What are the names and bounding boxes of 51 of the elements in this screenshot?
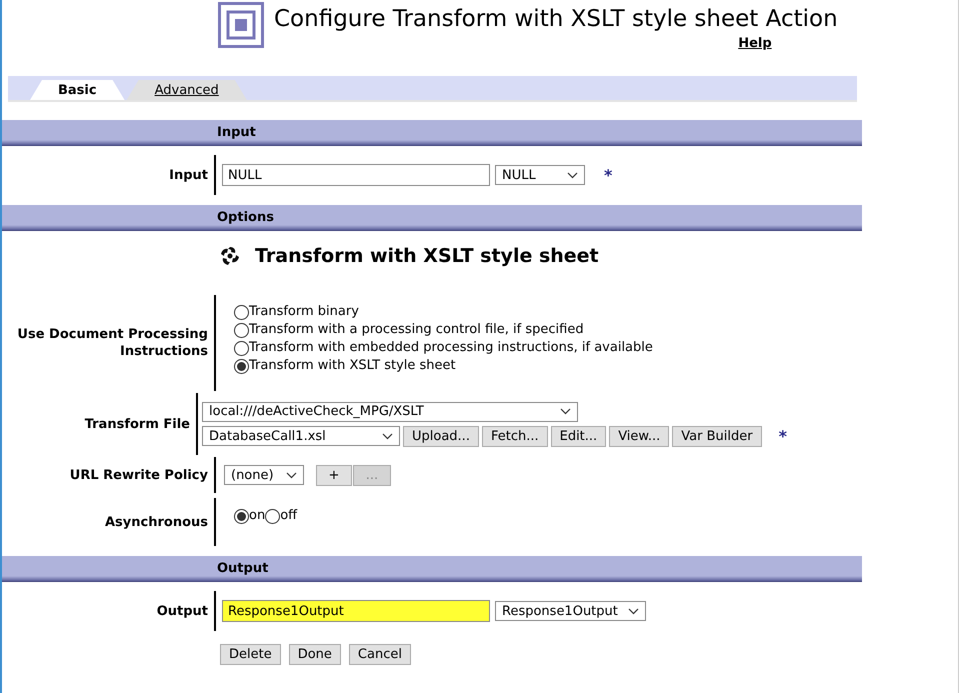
action-button[interactable]: Delete — [220, 644, 281, 665]
section-header: Output — [2, 556, 862, 582]
section-header: Input — [2, 120, 862, 146]
text-field[interactable]: Response1Output — [222, 600, 490, 622]
caret-icon — [567, 172, 578, 178]
radio-button[interactable] — [234, 304, 249, 320]
page-title: Configure Transform with XSLT style sheet Action — [274, 5, 838, 34]
required-marker: * — [604, 166, 612, 184]
radio-button[interactable] — [234, 508, 249, 524]
radio-button[interactable] — [234, 340, 249, 356]
text-field[interactable]: NULL — [222, 164, 490, 186]
logo-icon — [218, 2, 264, 48]
caret-icon — [286, 472, 297, 478]
field-label: Asynchronous — [2, 498, 216, 546]
field-label: URL Rewrite Policy — [2, 457, 216, 493]
action-button[interactable]: Upload... — [403, 426, 479, 446]
caret-icon — [628, 608, 639, 614]
section-header: Options — [2, 205, 862, 231]
swirl-icon — [219, 245, 241, 267]
file-dropdown[interactable]: DatabaseCall1.xsl — [202, 426, 400, 446]
radio-option[interactable]: on — [234, 507, 266, 525]
action-button[interactable]: Cancel — [348, 644, 411, 665]
caret-icon — [382, 432, 393, 440]
caret-icon — [560, 408, 571, 415]
policy-dropdown[interactable]: (none) — [224, 465, 304, 485]
radio-button[interactable] — [265, 508, 280, 524]
field-label: Transform File — [2, 393, 198, 455]
path-dropdown[interactable]: local:///deActiveCheck_MPG/XSLT — [202, 402, 578, 422]
action-button[interactable]: Var Builder — [672, 426, 762, 446]
tab[interactable]: Basic — [30, 80, 125, 100]
field-label: Input — [2, 155, 216, 195]
radio-option[interactable]: Transform with a processing control file, if specified — [234, 321, 653, 339]
action-button[interactable]: View... — [609, 426, 670, 446]
action-button[interactable]: + — [316, 464, 352, 486]
dropdown[interactable]: Response1Output — [495, 601, 646, 621]
dropdown[interactable]: NULL — [495, 165, 585, 185]
help-link[interactable]: Help — [738, 36, 772, 51]
section-heading: Transform with XSLT style sheet — [255, 245, 599, 267]
radio-option[interactable]: Transform with embedded processing instructions, if available — [234, 339, 653, 357]
field-label: Use Document Processing Instructions — [2, 295, 216, 391]
action-button[interactable]: Fetch... — [482, 426, 548, 446]
field-label: Output — [2, 591, 216, 631]
radio-option[interactable]: Transform binary — [234, 303, 653, 321]
action-button[interactable]: Done — [288, 644, 341, 665]
radio-button[interactable] — [234, 322, 249, 338]
radio-option[interactable]: Transform with XSLT style sheet — [234, 357, 653, 375]
tab[interactable]: Advanced — [126, 80, 247, 100]
radio-button[interactable] — [234, 358, 249, 374]
radio-option[interactable]: off — [265, 507, 298, 525]
action-button[interactable]: Edit... — [550, 426, 606, 446]
required-marker: * — [778, 426, 787, 446]
